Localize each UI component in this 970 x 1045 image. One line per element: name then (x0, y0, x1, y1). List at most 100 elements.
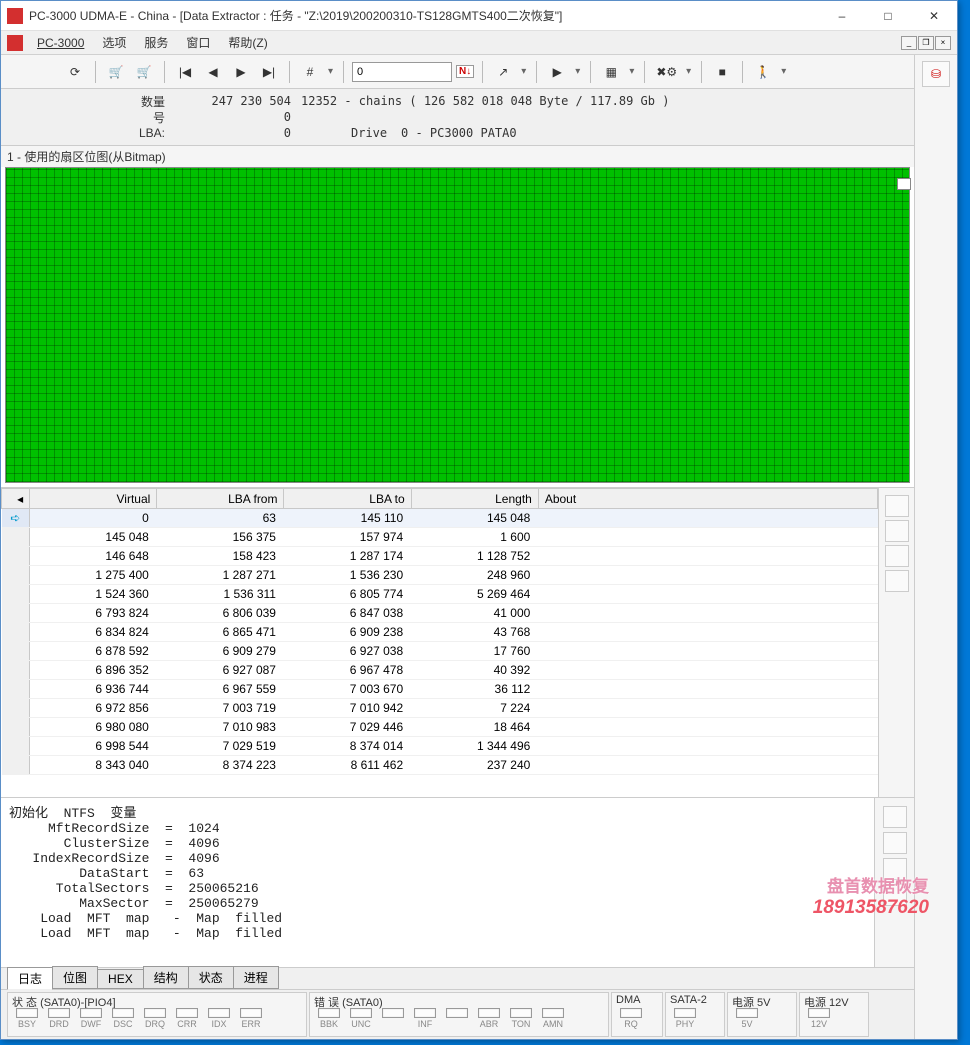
status-led: UNC (346, 1008, 376, 1035)
nav-first-icon[interactable]: |◀ (173, 60, 197, 84)
table-row[interactable]: 6 972 8567 003 7197 010 9427 224 (2, 699, 878, 718)
tab-process[interactable]: 进程 (233, 966, 279, 989)
status-led: AMN (538, 1008, 568, 1035)
tab-struct[interactable]: 结构 (143, 966, 189, 989)
status-led: DRQ (140, 1008, 170, 1035)
app-icon (7, 8, 23, 24)
table-row[interactable]: 8 343 0408 374 2238 611 462237 240 (2, 756, 878, 775)
status-led: INF (410, 1008, 440, 1035)
log-tool-cart-icon[interactable] (883, 884, 907, 906)
tab-status[interactable]: 状态 (188, 966, 234, 989)
menu-bar: PC-3000 选项 服务 窗口 帮助(Z) _ ❐ × (1, 31, 957, 55)
info-chains: 12352 - chains ( 126 582 018 048 Byte / … (291, 94, 669, 108)
grid-tool-2-icon[interactable] (885, 520, 909, 542)
status-group-5v: 电源 5V 5V (727, 992, 797, 1037)
tool-matrix-icon[interactable]: ▦ (599, 60, 623, 84)
chains-table: ◂ Virtual LBA from LBA to Length About ➪… (1, 488, 878, 775)
table-row[interactable]: 146 648158 4231 287 1741 128 752 (2, 547, 878, 566)
info-lba-value: 0 (181, 126, 291, 140)
status-5v-title: 电源 5V (732, 994, 792, 1008)
info-seq-value: 0 (181, 110, 291, 124)
log-output[interactable]: 初始化 NTFS 变量 MftRecordSize = 1024 Cluster… (1, 798, 874, 967)
table-row[interactable]: 6 998 5447 029 5198 374 0141 344 496 (2, 737, 878, 756)
log-tool-delete-icon[interactable] (883, 858, 907, 880)
table-row[interactable]: 6 896 3526 927 0876 967 47840 392 (2, 661, 878, 680)
status-state-title: 状 态 (SATA0)-[PIO4] (12, 994, 302, 1008)
col-length[interactable]: Length (411, 489, 538, 509)
nav-next-icon[interactable]: ▶ (229, 60, 253, 84)
col-virtual[interactable]: Virtual (30, 489, 157, 509)
info-drive-value: 0 - PC3000 PATA0 (401, 126, 517, 140)
status-led: TON (506, 1008, 536, 1035)
status-led: PHY (670, 1008, 700, 1035)
sector-bitmap[interactable] (5, 167, 910, 483)
menu-service[interactable]: 服务 (136, 32, 176, 53)
mdi-restore-button[interactable]: ❐ (918, 36, 934, 50)
stop-button[interactable]: ■ (710, 60, 734, 84)
toolbar-input[interactable] (352, 62, 452, 82)
table-row[interactable]: 6 878 5926 909 2796 927 03817 760 (2, 642, 878, 661)
table-row[interactable]: 6 793 8246 806 0396 847 03841 000 (2, 604, 878, 623)
bottom-tab-bar: 日志 位图 HEX 结构 状态 进程 (1, 967, 914, 989)
table-row[interactable]: 6 936 7446 967 5597 003 67036 112 (2, 680, 878, 699)
menu-help[interactable]: 帮助(Z) (220, 32, 275, 53)
table-row[interactable]: 6 980 0807 010 9837 029 44618 464 (2, 718, 878, 737)
col-lba-from[interactable]: LBA from (157, 489, 284, 509)
info-qty-label: 数量 (81, 93, 181, 110)
menu-options[interactable]: 选项 (94, 32, 134, 53)
info-drive-label: Drive (351, 126, 401, 140)
tool-refresh-icon[interactable]: ⟳ (63, 60, 87, 84)
log-tool-share-icon[interactable] (883, 806, 907, 828)
grid-side-tools (878, 488, 914, 797)
chains-table-container[interactable]: ◂ Virtual LBA from LBA to Length About ➪… (1, 488, 878, 797)
log-side-tools (874, 798, 914, 967)
col-marker[interactable]: ◂ (2, 489, 30, 509)
col-lba-to[interactable]: LBA to (284, 489, 411, 509)
table-row[interactable]: 145 048156 375157 9741 600 (2, 528, 878, 547)
tab-bitmap[interactable]: 位图 (52, 966, 98, 989)
status-led: DSC (108, 1008, 138, 1035)
tab-hex[interactable]: HEX (97, 969, 144, 989)
grid-tool-4-icon[interactable] (885, 570, 909, 592)
mdi-close-button[interactable]: × (935, 36, 951, 50)
bitmap-title: 1 - 使用的扇区位图(从Bitmap) (1, 146, 914, 167)
info-panel: 数量 247 230 504 12352 - chains ( 126 582 … (1, 89, 914, 146)
tool-export-icon[interactable]: ↗ (491, 60, 515, 84)
minimize-button[interactable]: – (819, 1, 865, 31)
status-led: ERR (236, 1008, 266, 1035)
col-about[interactable]: About (538, 489, 877, 509)
nav-prev-icon[interactable]: ◀ (201, 60, 225, 84)
tab-log[interactable]: 日志 (7, 967, 53, 990)
status-led: 12V (804, 1008, 834, 1035)
status-bar: 状 态 (SATA0)-[PIO4] BSYDRDDWFDSCDRQCRRIDX… (1, 989, 914, 1039)
status-group-state: 状 态 (SATA0)-[PIO4] BSYDRDDWFDSCDRQCRRIDX… (7, 992, 307, 1037)
table-row[interactable]: 1 275 4001 287 2711 536 230248 960 (2, 566, 878, 585)
mdi-minimize-button[interactable]: _ (901, 36, 917, 50)
grid-tool-1-icon[interactable] (885, 495, 909, 517)
toolbar: ⟳ 🛒 🛒 |◀ ◀ ▶ ▶| #▾ N↓ ↗▾ ▶▾ ▦▾ (1, 55, 914, 89)
status-led: BBK (314, 1008, 344, 1035)
menu-brand[interactable]: PC-3000 (29, 34, 92, 52)
tool-cart-in-icon[interactable]: 🛒 (104, 60, 128, 84)
play-button[interactable]: ▶ (545, 60, 569, 84)
log-tool-save-icon[interactable] (883, 832, 907, 854)
status-led (442, 1008, 472, 1035)
menu-window[interactable]: 窗口 (178, 32, 218, 53)
table-row[interactable]: 1 524 3601 536 3116 805 7745 269 464 (2, 585, 878, 604)
grid-tool-3-icon[interactable] (885, 545, 909, 567)
sidebar-disk-icon[interactable]: ⛁ (922, 61, 950, 87)
tool-grid-icon[interactable]: # (298, 60, 322, 84)
maximize-button[interactable]: □ (865, 1, 911, 31)
tool-settings-icon[interactable]: ✖⚙ (653, 60, 680, 84)
right-sidebar: ⛁ (915, 55, 957, 1039)
tool-cart-out-icon[interactable]: 🛒 (132, 60, 156, 84)
nav-last-icon[interactable]: ▶| (257, 60, 281, 84)
status-led: DWF (76, 1008, 106, 1035)
status-led: CRR (172, 1008, 202, 1035)
table-row[interactable]: 6 834 8246 865 4716 909 23843 768 (2, 623, 878, 642)
status-led: IDX (204, 1008, 234, 1035)
close-button[interactable]: ✕ (911, 1, 957, 31)
tool-person-icon[interactable]: 🚶 (751, 60, 775, 84)
table-row[interactable]: ➪063145 110145 048 (2, 509, 878, 528)
status-led: RQ (616, 1008, 646, 1035)
